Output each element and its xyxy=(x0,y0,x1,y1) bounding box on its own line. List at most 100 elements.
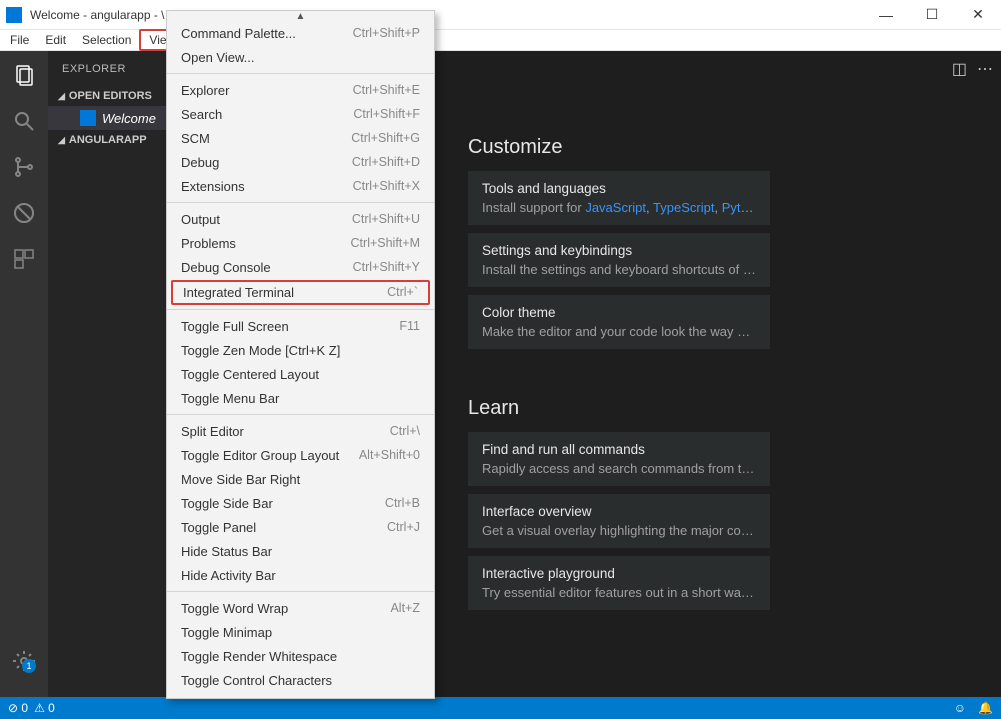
card-theme[interactable]: Color theme Make the editor and your cod… xyxy=(468,295,770,349)
menu-item-shortcut: Ctrl+Shift+G xyxy=(351,131,420,146)
menu-item-label: Explorer xyxy=(181,83,229,98)
project-label: ANGULARAPP xyxy=(69,134,147,146)
menu-item-extensions[interactable]: Extensions Ctrl+Shift+X xyxy=(167,174,434,198)
menu-item-label: Toggle Zen Mode [Ctrl+K Z] xyxy=(181,343,340,358)
menu-item-hide-status-bar[interactable]: Hide Status Bar xyxy=(167,539,434,563)
status-warnings[interactable]: ⚠ 0 xyxy=(34,701,55,715)
titlebar: Welcome - angularapp - \ — ☐ ✕ xyxy=(0,0,1001,30)
card-tools[interactable]: Tools and languages Install support for … xyxy=(468,171,770,225)
menu-item-hide-activity-bar[interactable]: Hide Activity Bar xyxy=(167,563,434,587)
settings-badge: 1 xyxy=(22,659,36,673)
card-theme-desc: Make the editor and your code look the w… xyxy=(482,324,756,339)
menu-item-label: Toggle Word Wrap xyxy=(181,601,288,616)
menu-item-label: Toggle Editor Group Layout xyxy=(181,448,339,463)
menu-item-search[interactable]: Search Ctrl+Shift+F xyxy=(167,102,434,126)
menu-item-toggle-zen-mode-ctrl-k-z[interactable]: Toggle Zen Mode [Ctrl+K Z] xyxy=(167,338,434,362)
menu-item-label: Toggle Panel xyxy=(181,520,256,535)
more-actions-icon[interactable]: ⋯ xyxy=(977,59,993,79)
menu-item-toggle-control-characters[interactable]: Toggle Control Characters xyxy=(167,668,434,692)
menu-item-split-editor[interactable]: Split EditorCtrl+\ xyxy=(167,419,434,443)
card-overview[interactable]: Interface overview Get a visual overlay … xyxy=(468,494,770,548)
card-playground-desc: Try essential editor features out in a s… xyxy=(482,585,756,600)
link-python[interactable]: Python xyxy=(722,200,756,215)
card-settings[interactable]: Settings and keybindings Install the set… xyxy=(468,233,770,287)
menu-item-shortcut: Ctrl+Shift+Y xyxy=(353,260,420,275)
menu-item-toggle-menu-bar[interactable]: Toggle Menu Bar xyxy=(167,386,434,410)
activity-bar: 1 xyxy=(0,51,48,697)
menu-item-toggle-word-wrap[interactable]: Toggle Word WrapAlt+Z xyxy=(167,596,434,620)
link-javascript[interactable]: JavaScript xyxy=(585,200,646,215)
card-playground[interactable]: Interactive playground Try essential edi… xyxy=(468,556,770,610)
minimize-button[interactable]: — xyxy=(863,0,909,30)
settings-icon[interactable]: 1 xyxy=(8,645,40,677)
close-button[interactable]: ✕ xyxy=(955,0,1001,30)
view-menu-dropdown: ▲ Command Palette...Ctrl+Shift+P Open Vie… xyxy=(166,10,435,699)
menu-item-scm[interactable]: SCMCtrl+Shift+G xyxy=(167,126,434,150)
menu-item-open-view[interactable]: Open View... xyxy=(167,45,434,69)
menu-item-label: Toggle Menu Bar xyxy=(181,391,279,406)
menu-item-shortcut: Ctrl+Shift+F xyxy=(353,107,420,122)
vscode-file-icon xyxy=(80,110,96,126)
menu-item-toggle-panel[interactable]: Toggle PanelCtrl+J xyxy=(167,515,434,539)
menu-item-toggle-centered-layout[interactable]: Toggle Centered Layout xyxy=(167,362,434,386)
menu-item-shortcut: Ctrl+Shift+U xyxy=(352,212,420,227)
menu-item-label: Toggle Centered Layout xyxy=(181,367,319,382)
status-errors[interactable]: ⊘ 0 xyxy=(8,701,28,715)
menu-separator xyxy=(167,591,434,592)
menu-item-label: Hide Activity Bar xyxy=(181,568,276,583)
menu-item-explorer[interactable]: Explorer Ctrl+Shift+E xyxy=(167,78,434,102)
search-icon[interactable] xyxy=(8,105,40,137)
feedback-icon[interactable]: ☺ xyxy=(954,701,966,715)
menubar: FileEditSelectionView xyxy=(0,30,1001,51)
card-playground-title: Interactive playground xyxy=(482,566,756,581)
card-commands-desc: Rapidly access and search commands from … xyxy=(482,461,756,476)
dropdown-scroll-up-icon[interactable]: ▲ xyxy=(167,11,434,21)
menu-item-label: Extensions xyxy=(181,179,245,194)
menubar-item-selection[interactable]: Selection xyxy=(74,31,139,49)
menu-item-label: Debug xyxy=(181,155,219,170)
menu-item-shortcut: Ctrl+Shift+E xyxy=(353,83,420,98)
menu-item-command-palette[interactable]: Command Palette...Ctrl+Shift+P xyxy=(167,21,434,45)
sidebar-file-label: Welcome xyxy=(102,111,156,126)
menu-item-integrated-terminal[interactable]: Integrated Terminal Ctrl+` xyxy=(171,280,430,305)
git-icon[interactable] xyxy=(8,151,40,183)
customize-heading: Customize xyxy=(468,136,778,159)
debug-icon[interactable] xyxy=(8,197,40,229)
menu-item-toggle-side-bar[interactable]: Toggle Side BarCtrl+B xyxy=(167,491,434,515)
menu-item-label: Integrated Terminal xyxy=(183,285,294,300)
menu-item-label: Open View... xyxy=(181,50,254,65)
menu-item-toggle-editor-group-layout[interactable]: Toggle Editor Group Layout Alt+Shift+0 xyxy=(167,443,434,467)
link-typescript[interactable]: TypeScript xyxy=(653,200,714,215)
menu-item-move-side-bar-right[interactable]: Move Side Bar Right xyxy=(167,467,434,491)
menubar-item-file[interactable]: File xyxy=(2,31,37,49)
menu-item-shortcut: Ctrl+Shift+P xyxy=(353,26,420,41)
menu-item-debug-console[interactable]: Debug Console Ctrl+Shift+Y xyxy=(167,255,434,279)
menu-item-label: Search xyxy=(181,107,222,122)
menu-item-shortcut: Ctrl+Shift+X xyxy=(353,179,420,194)
menu-item-shortcut: Ctrl+` xyxy=(387,285,418,300)
explorer-icon[interactable] xyxy=(8,59,40,91)
menu-item-label: Toggle Control Characters xyxy=(181,673,332,688)
menu-item-toggle-full-screen[interactable]: Toggle Full ScreenF11 xyxy=(167,314,434,338)
menubar-item-edit[interactable]: Edit xyxy=(37,31,74,49)
menu-item-output[interactable]: OutputCtrl+Shift+U xyxy=(167,207,434,231)
menu-separator xyxy=(167,414,434,415)
menu-item-label: Debug Console xyxy=(181,260,271,275)
card-settings-title: Settings and keybindings xyxy=(482,243,756,258)
card-tools-desc: Install support for JavaScript, TypeScri… xyxy=(482,200,756,215)
notifications-icon[interactable]: 🔔 xyxy=(978,701,993,715)
menu-item-shortcut: Alt+Shift+0 xyxy=(359,448,420,463)
menu-separator xyxy=(167,309,434,310)
card-commands[interactable]: Find and run all commands Rapidly access… xyxy=(468,432,770,486)
status-bar: ⊘ 0 ⚠ 0 ☺ 🔔 xyxy=(0,697,1001,719)
card-theme-title: Color theme xyxy=(482,305,756,320)
menu-item-toggle-render-whitespace[interactable]: Toggle Render Whitespace xyxy=(167,644,434,668)
menu-item-debug[interactable]: DebugCtrl+Shift+D xyxy=(167,150,434,174)
maximize-button[interactable]: ☐ xyxy=(909,0,955,30)
card-overview-desc: Get a visual overlay highlighting the ma… xyxy=(482,523,756,538)
extensions-icon[interactable] xyxy=(8,243,40,275)
menu-item-toggle-minimap[interactable]: Toggle Minimap xyxy=(167,620,434,644)
menu-item-problems[interactable]: ProblemsCtrl+Shift+M xyxy=(167,231,434,255)
vscode-icon xyxy=(6,7,22,23)
split-editor-icon[interactable]: ◫ xyxy=(952,59,967,79)
